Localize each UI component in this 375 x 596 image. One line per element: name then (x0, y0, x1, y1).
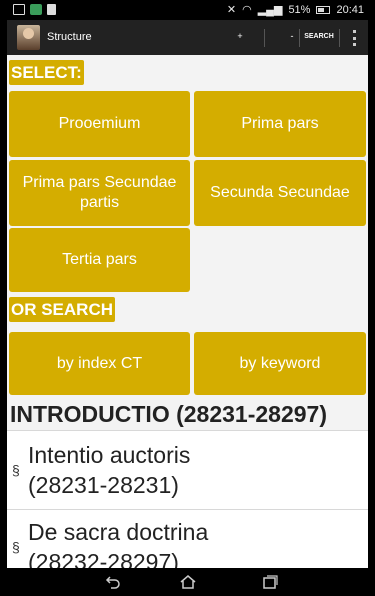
clock: 20:41 (336, 3, 364, 16)
wifi-icon: ◠ (242, 4, 252, 16)
list-item-title: De sacra doctrina (28232-28297) (28, 519, 209, 568)
search-by-index-button[interactable]: by index CT (9, 332, 190, 395)
select-label: SELECT: (9, 60, 84, 85)
recent-apps-icon[interactable] (262, 574, 278, 590)
divider (7, 430, 368, 431)
section-symbol: § (12, 462, 20, 478)
app-screen: ✕ ◠ ▂▄▆ 51% 20:41 Structure + - SEARCH S… (7, 0, 368, 596)
mute-icon: ✕ (226, 4, 237, 16)
app-notification-icon (30, 4, 42, 15)
home-icon[interactable] (179, 574, 197, 590)
list-item[interactable]: § Intentio auctoris (28231-28231) (10, 440, 365, 504)
zoom-in-button[interactable]: + (234, 31, 246, 41)
or-search-label: OR SEARCH (9, 297, 116, 322)
file-notification-icon (47, 4, 56, 15)
battery-percent: 51% (288, 3, 311, 16)
divider (339, 29, 340, 47)
part-button-prima-pars[interactable]: Prima pars (194, 91, 366, 157)
search-button[interactable]: SEARCH (303, 33, 335, 40)
back-icon[interactable] (105, 574, 121, 590)
part-button-prooemium[interactable]: Prooemium (9, 91, 190, 157)
part-button-prima-secundae[interactable]: Prima pars Secundae partis (9, 160, 190, 226)
part-button-secunda-secundae[interactable]: Secunda Secundae (194, 160, 366, 226)
list-item[interactable]: § De sacra doctrina (28232-28297) (10, 517, 365, 568)
signal-icon: ▂▄▆ (257, 4, 283, 16)
status-bar: ✕ ◠ ▂▄▆ 51% 20:41 (7, 0, 368, 20)
part-button-tertia-pars[interactable]: Tertia pars (9, 228, 190, 292)
action-bar: Structure + - SEARCH (7, 20, 368, 55)
search-by-keyword-button[interactable]: by keyword (194, 332, 366, 395)
divider (299, 29, 300, 47)
list-item-title: Intentio auctoris (28231-28231) (28, 442, 191, 498)
navigation-bar (7, 568, 368, 596)
battery-icon (316, 5, 331, 14)
section-symbol: § (12, 539, 20, 555)
mail-notification-icon (13, 4, 25, 15)
overflow-menu-icon[interactable] (353, 30, 357, 46)
screen-title: Structure (47, 31, 92, 43)
divider (7, 509, 368, 510)
divider (264, 29, 265, 47)
app-logo-avatar[interactable] (17, 25, 40, 50)
section-heading: INTRODUCTIO (28231-28297) (10, 401, 327, 427)
structure-content: SELECT: Prooemium Prima pars Prima pars … (7, 55, 368, 568)
zoom-out-button[interactable]: - (286, 31, 298, 41)
